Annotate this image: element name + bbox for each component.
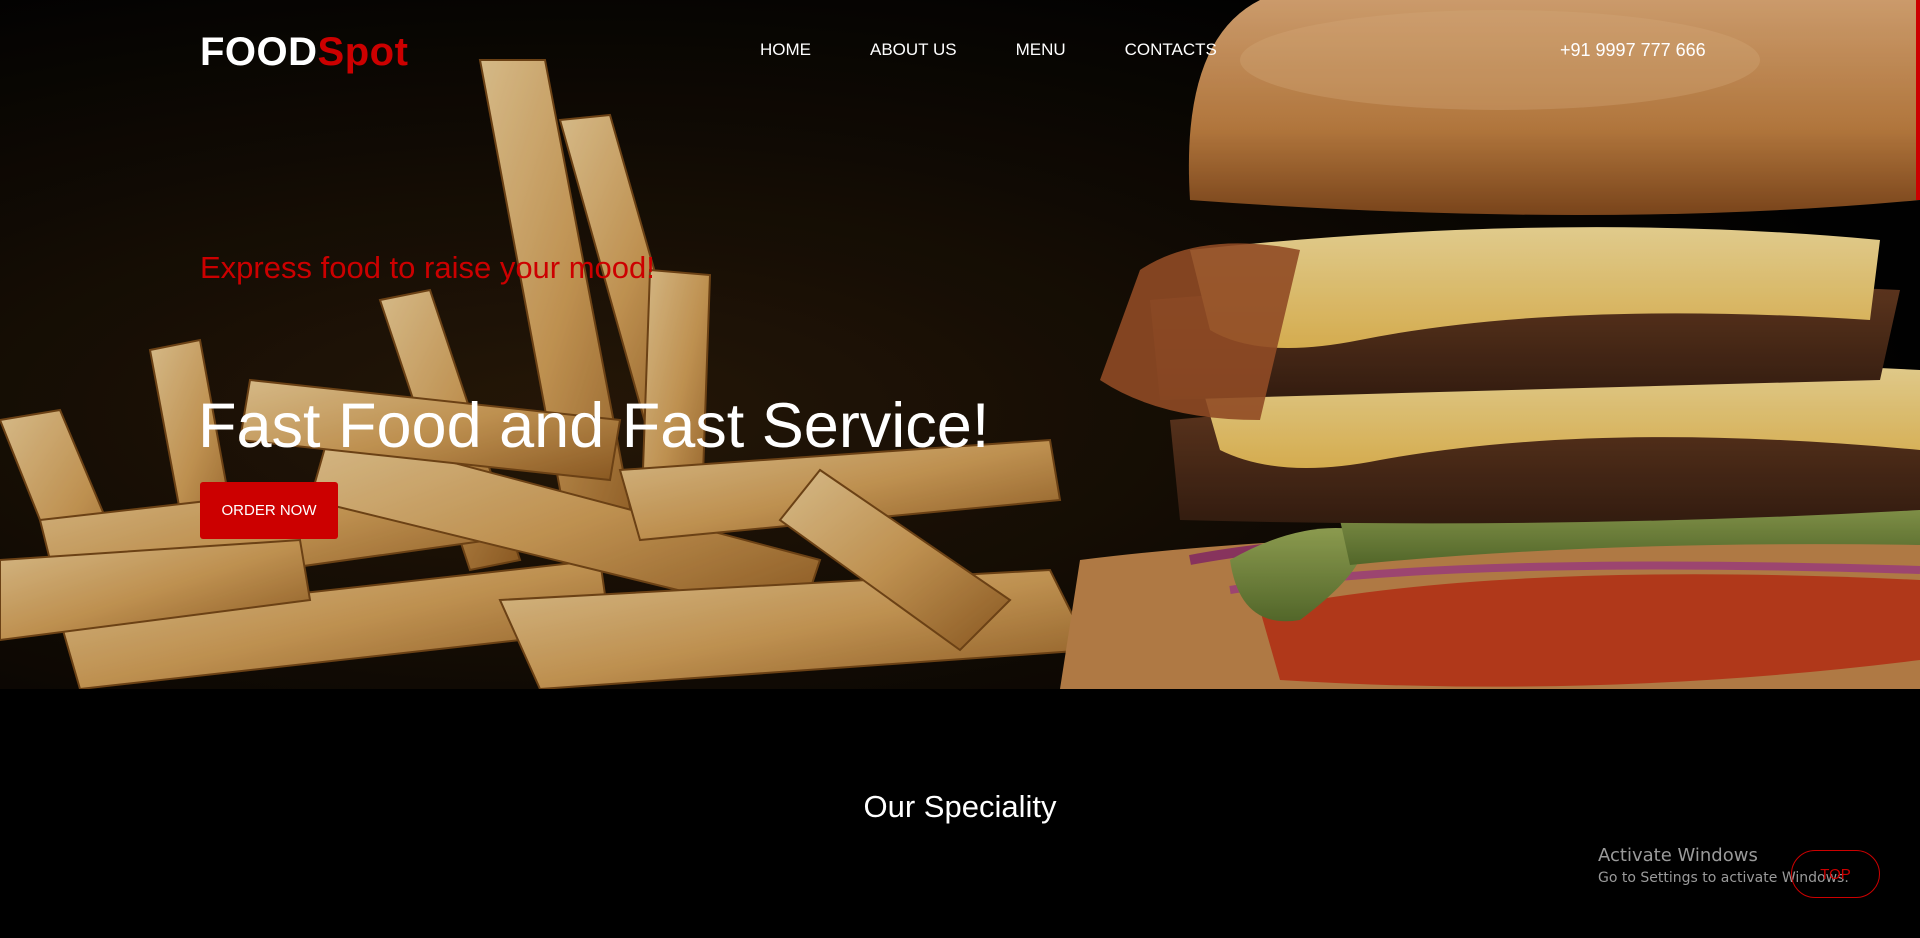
brand-logo-spot: Spot xyxy=(317,30,409,74)
main-nav: HOME ABOUT US MENU CONTACTS xyxy=(760,40,1217,60)
hero-tagline: Express food to raise your mood! xyxy=(200,250,655,285)
phone-number[interactable]: +91 9997 777 666 xyxy=(1560,40,1706,61)
nav-menu[interactable]: MENU xyxy=(1016,40,1066,60)
brand-logo[interactable]: FOODSpot xyxy=(200,30,408,75)
nav-about-us[interactable]: ABOUT US xyxy=(870,40,957,60)
speciality-section: Our Speciality xyxy=(0,689,1920,938)
brand-logo-food: FOOD xyxy=(200,30,318,74)
section-title: Our Speciality xyxy=(863,789,1057,824)
navbar: FOODSpot HOME ABOUT US MENU CONTACTS +91… xyxy=(0,0,1920,100)
nav-home[interactable]: HOME xyxy=(760,40,811,60)
hero-section: FOODSpot HOME ABOUT US MENU CONTACTS +91… xyxy=(0,0,1920,689)
hero-food-image xyxy=(0,0,1920,689)
nav-contacts[interactable]: CONTACTS xyxy=(1125,40,1217,60)
hero-headline: Fast Food and Fast Service! xyxy=(198,391,990,461)
scroll-indicator xyxy=(1916,0,1920,200)
scroll-top-button[interactable]: TOP xyxy=(1791,850,1880,898)
order-now-button[interactable]: ORDER NOW xyxy=(200,482,338,539)
